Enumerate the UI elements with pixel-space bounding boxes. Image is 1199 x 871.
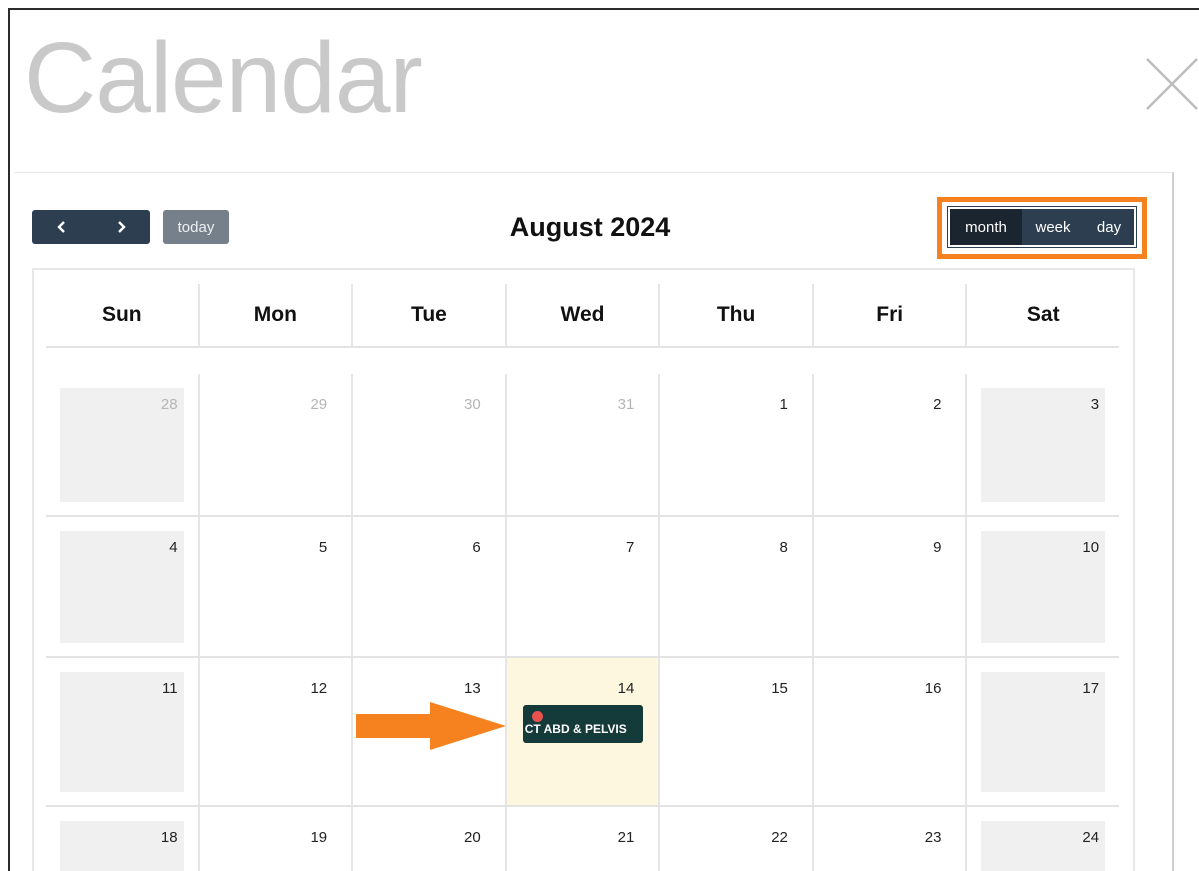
- day-number: 20: [464, 829, 481, 846]
- day-cell[interactable]: 24: [967, 807, 1119, 871]
- day-number: 16: [924, 680, 942, 697]
- day-number: 7: [625, 539, 635, 556]
- day-cell[interactable]: 19: [200, 807, 354, 871]
- day-cell[interactable]: 4: [46, 517, 200, 657]
- day-number: 1: [779, 396, 788, 413]
- week-row: 11 12 13 14 CT ABD & PELVIS 15 16 17: [46, 656, 1119, 806]
- day-header: Wed: [507, 284, 661, 346]
- day-number: 15: [771, 680, 788, 697]
- day-cell[interactable]: 2: [814, 374, 968, 516]
- day-number: 14: [617, 680, 635, 697]
- day-number: 31: [617, 396, 635, 413]
- day-header: Sun: [46, 284, 200, 346]
- view-month-button[interactable]: month: [950, 209, 1022, 245]
- day-cell[interactable]: 3: [967, 374, 1119, 516]
- view-day-button[interactable]: day: [1084, 209, 1134, 245]
- view-week-button[interactable]: week: [1022, 209, 1084, 245]
- week-row: 28 29 30 31 1 2 3: [46, 374, 1119, 516]
- calendar-event[interactable]: CT ABD & PELVIS: [522, 705, 643, 743]
- month-title: August 2024: [509, 212, 671, 242]
- day-number: 6: [472, 539, 481, 556]
- day-cell[interactable]: 16: [814, 658, 968, 806]
- day-number: 24: [1082, 829, 1100, 846]
- day-number: 22: [771, 829, 788, 846]
- view-switcher: month week day: [947, 206, 1137, 248]
- dialog-title: Calendar: [24, 22, 423, 134]
- day-number: 28: [160, 396, 178, 413]
- arrow-right-icon: [356, 702, 506, 750]
- day-cell[interactable]: 29: [200, 374, 354, 516]
- day-cell[interactable]: 15: [660, 658, 814, 806]
- day-number: 10: [1082, 539, 1100, 556]
- week-row: 18 19 20 21 22 23 24: [46, 805, 1119, 871]
- day-cell[interactable]: 1: [660, 374, 814, 516]
- day-number: 18: [160, 829, 178, 846]
- day-header: Thu: [660, 284, 814, 346]
- day-number: 19: [310, 829, 328, 846]
- today-button[interactable]: today: [163, 210, 229, 244]
- day-number: 13: [464, 680, 481, 697]
- day-header: Sat: [1026, 303, 1060, 326]
- day-number: 23: [924, 829, 942, 846]
- day-cell[interactable]: 21: [507, 807, 661, 871]
- day-number: 9: [933, 539, 942, 556]
- day-number: 12: [310, 680, 328, 697]
- day-cell[interactable]: 22: [660, 807, 814, 871]
- day-cell[interactable]: 6: [353, 517, 507, 657]
- today-cell[interactable]: 14 CT ABD & PELVIS: [506, 658, 661, 806]
- day-cell[interactable]: 30: [353, 374, 507, 516]
- day-cell[interactable]: 10: [967, 517, 1119, 657]
- day-cell[interactable]: 28: [46, 374, 200, 516]
- day-cell[interactable]: 20: [353, 807, 507, 871]
- day-cell[interactable]: 9: [814, 517, 968, 657]
- event-status-dot: [531, 711, 543, 722]
- day-cell[interactable]: 23: [814, 807, 968, 871]
- day-number: 17: [1082, 680, 1100, 697]
- prev-month-button[interactable]: [32, 210, 91, 244]
- next-month-button[interactable]: [91, 210, 150, 244]
- event-title: CT ABD & PELVIS: [524, 722, 627, 736]
- day-number: 4: [169, 539, 178, 556]
- day-number: 3: [1090, 396, 1100, 413]
- day-number: 2: [933, 396, 942, 413]
- week-row: 4 5 6 7 8 9 10: [46, 515, 1119, 657]
- day-number: 11: [162, 680, 178, 697]
- day-cell[interactable]: 8: [660, 517, 814, 657]
- day-header: Fri: [814, 284, 968, 346]
- day-number: 29: [310, 396, 328, 413]
- day-cell[interactable]: 5: [200, 517, 354, 657]
- day-number: 21: [617, 829, 635, 846]
- day-cell[interactable]: 31: [507, 374, 661, 516]
- day-number: 5: [318, 539, 328, 556]
- chevron-right-icon: [117, 221, 126, 233]
- day-header: Mon: [200, 284, 354, 346]
- day-cell[interactable]: 17: [967, 658, 1119, 806]
- day-cell[interactable]: 7: [507, 517, 661, 657]
- day-cell[interactable]: 18: [46, 807, 200, 871]
- nav-button-group: [32, 210, 150, 244]
- chevron-left-icon: [56, 221, 65, 233]
- day-cell[interactable]: 11: [46, 658, 200, 806]
- day-number: 30: [464, 396, 481, 413]
- close-icon[interactable]: [1143, 55, 1199, 111]
- day-cell[interactable]: 12: [200, 658, 354, 806]
- day-header: Tue: [353, 284, 507, 346]
- day-header-row: Sun Mon Tue Wed Thu Fri Sat: [46, 284, 1119, 348]
- day-number: 8: [779, 539, 788, 556]
